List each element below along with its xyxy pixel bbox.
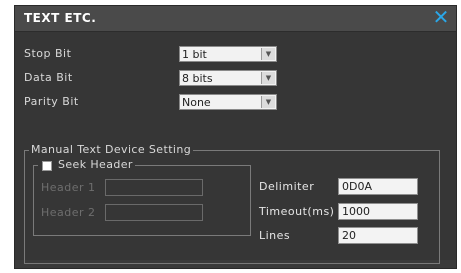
manual-text-device-legend: Manual Text Device Setting: [29, 143, 194, 156]
chevron-down-icon[interactable]: ▼: [261, 96, 275, 108]
text-etc-dialog: TEXT ETC. ✕ Stop Bit 1 bit ▼ Data Bit 8 …: [14, 5, 457, 269]
stop-bit-value: 1 bit: [182, 48, 207, 61]
timeout-input[interactable]: 1000: [338, 203, 418, 220]
data-bit-select[interactable]: 8 bits ▼: [179, 70, 277, 86]
data-bit-value: 8 bits: [182, 72, 213, 85]
parity-bit-value: None: [182, 96, 211, 109]
parity-bit-label: Parity Bit: [24, 95, 79, 108]
stop-bit-label: Stop Bit: [24, 47, 72, 60]
lines-input[interactable]: 20: [338, 227, 418, 244]
delimiter-label: Delimiter: [259, 180, 315, 193]
data-bit-label: Data Bit: [24, 71, 73, 84]
timeout-label: Timeout(ms): [259, 205, 335, 218]
lines-label: Lines: [259, 229, 291, 242]
chevron-down-icon[interactable]: ▼: [261, 48, 275, 60]
header-1-input[interactable]: [105, 179, 203, 196]
manual-text-device-group: Manual Text Device Setting Seek Header H…: [24, 143, 440, 264]
delimiter-input[interactable]: 0D0A: [338, 178, 418, 195]
header-2-input[interactable]: [105, 204, 203, 221]
title-bar: TEXT ETC. ✕: [15, 6, 456, 32]
dialog-body: Stop Bit 1 bit ▼ Data Bit 8 bits ▼ Parit…: [15, 32, 456, 264]
header-2-label: Header 2: [41, 206, 96, 219]
header-1-label: Header 1: [41, 181, 96, 194]
stop-bit-select[interactable]: 1 bit ▼: [179, 46, 277, 62]
seek-header-legend: Seek Header: [38, 158, 135, 171]
close-icon[interactable]: ✕: [431, 7, 451, 27]
seek-header-checkbox[interactable]: [42, 161, 52, 171]
seek-header-group: Seek Header Header 1 Header 2: [33, 158, 251, 236]
parity-bit-select[interactable]: None ▼: [179, 94, 277, 110]
dialog-title: TEXT ETC.: [24, 11, 97, 25]
chevron-down-icon[interactable]: ▼: [261, 72, 275, 84]
